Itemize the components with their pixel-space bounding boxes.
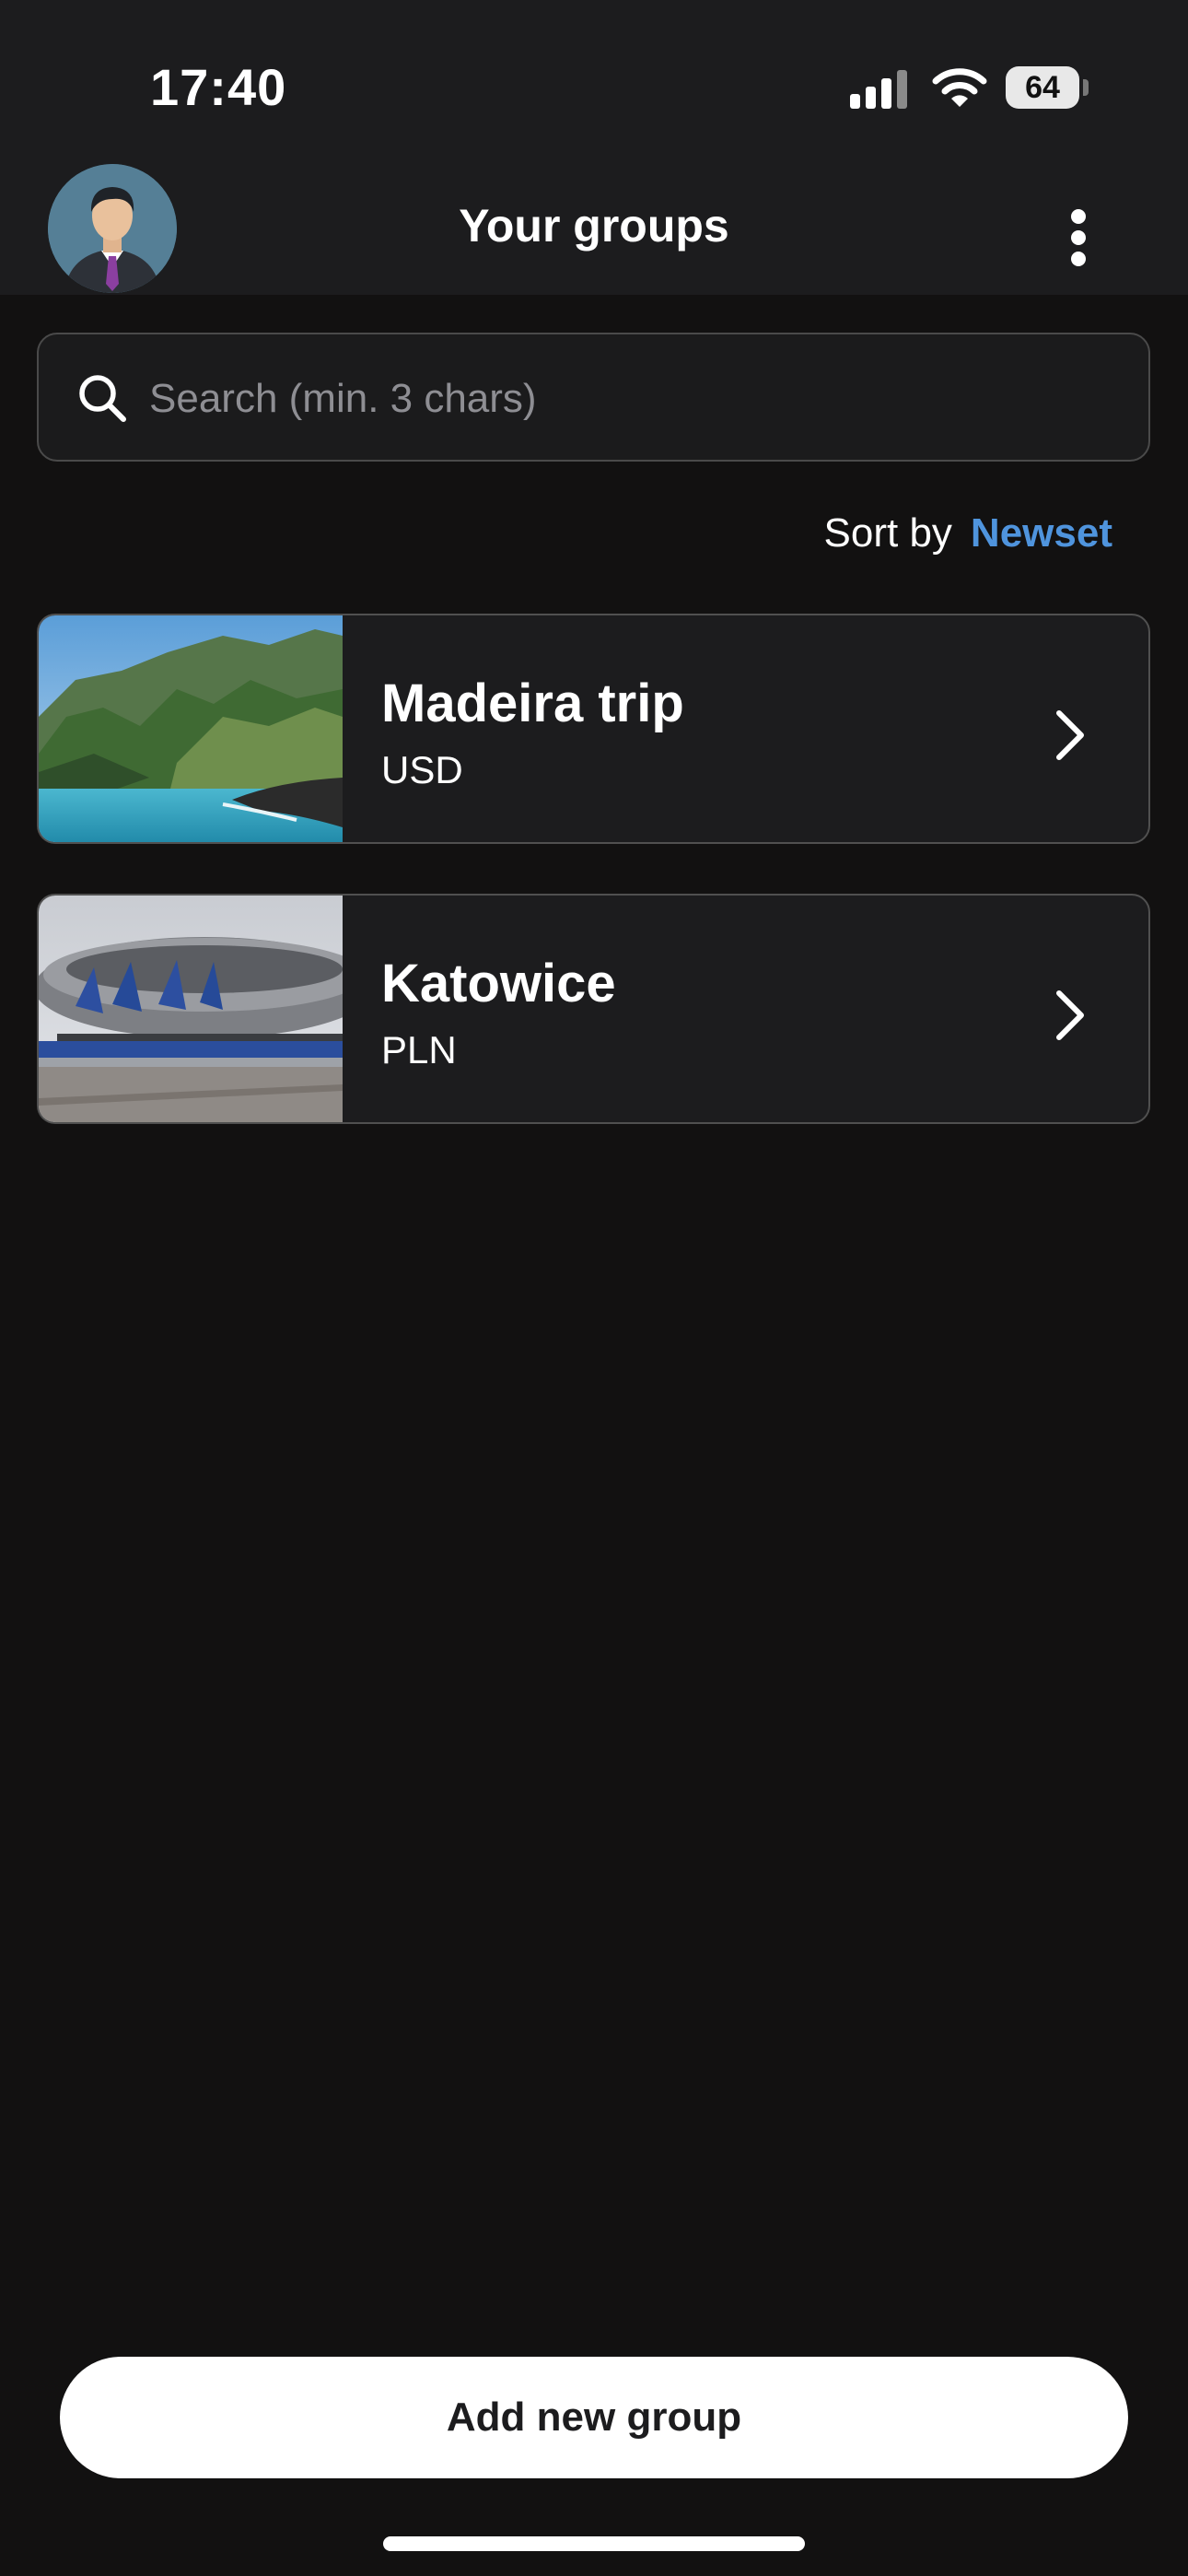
group-card-madeira[interactable]: Madeira trip USD <box>37 614 1150 844</box>
group-currency: USD <box>381 748 463 791</box>
home-indicator[interactable] <box>383 2536 805 2551</box>
search-box[interactable] <box>37 333 1150 462</box>
cellular-signal-icon <box>850 68 909 109</box>
page-title: Your groups <box>459 200 729 252</box>
arena-building-photo <box>39 896 343 1122</box>
chevron-right-icon <box>1056 710 1084 760</box>
group-card-katowice[interactable]: Katowice PLN <box>37 894 1150 1124</box>
search-input[interactable] <box>149 362 1107 436</box>
battery-icon: 64 <box>1006 66 1079 109</box>
wifi-icon <box>932 68 987 107</box>
more-dot <box>1071 252 1086 266</box>
groups-screen: 17:40 64 Your groups Search (min. 3 char… <box>0 0 1188 2576</box>
more-vertical-icon <box>1071 209 1086 224</box>
status-time: 17:40 <box>150 58 287 116</box>
more-menu-button[interactable] <box>1059 205 1098 271</box>
sort-label: Sort by <box>823 510 952 556</box>
group-currency: PLN <box>381 1028 457 1071</box>
search-icon <box>79 375 126 422</box>
more-dot <box>1071 230 1086 245</box>
coastal-mountains-photo <box>39 615 343 842</box>
battery-cap <box>1083 79 1089 96</box>
add-new-group-button[interactable]: Add new group <box>60 2357 1128 2478</box>
sort-value[interactable]: Newset <box>971 510 1112 556</box>
group-name: Madeira trip <box>381 673 684 733</box>
chevron-right-icon <box>1056 990 1084 1040</box>
group-name: Katowice <box>381 954 616 1013</box>
sort-control[interactable]: Sort by Newset <box>824 510 1112 556</box>
